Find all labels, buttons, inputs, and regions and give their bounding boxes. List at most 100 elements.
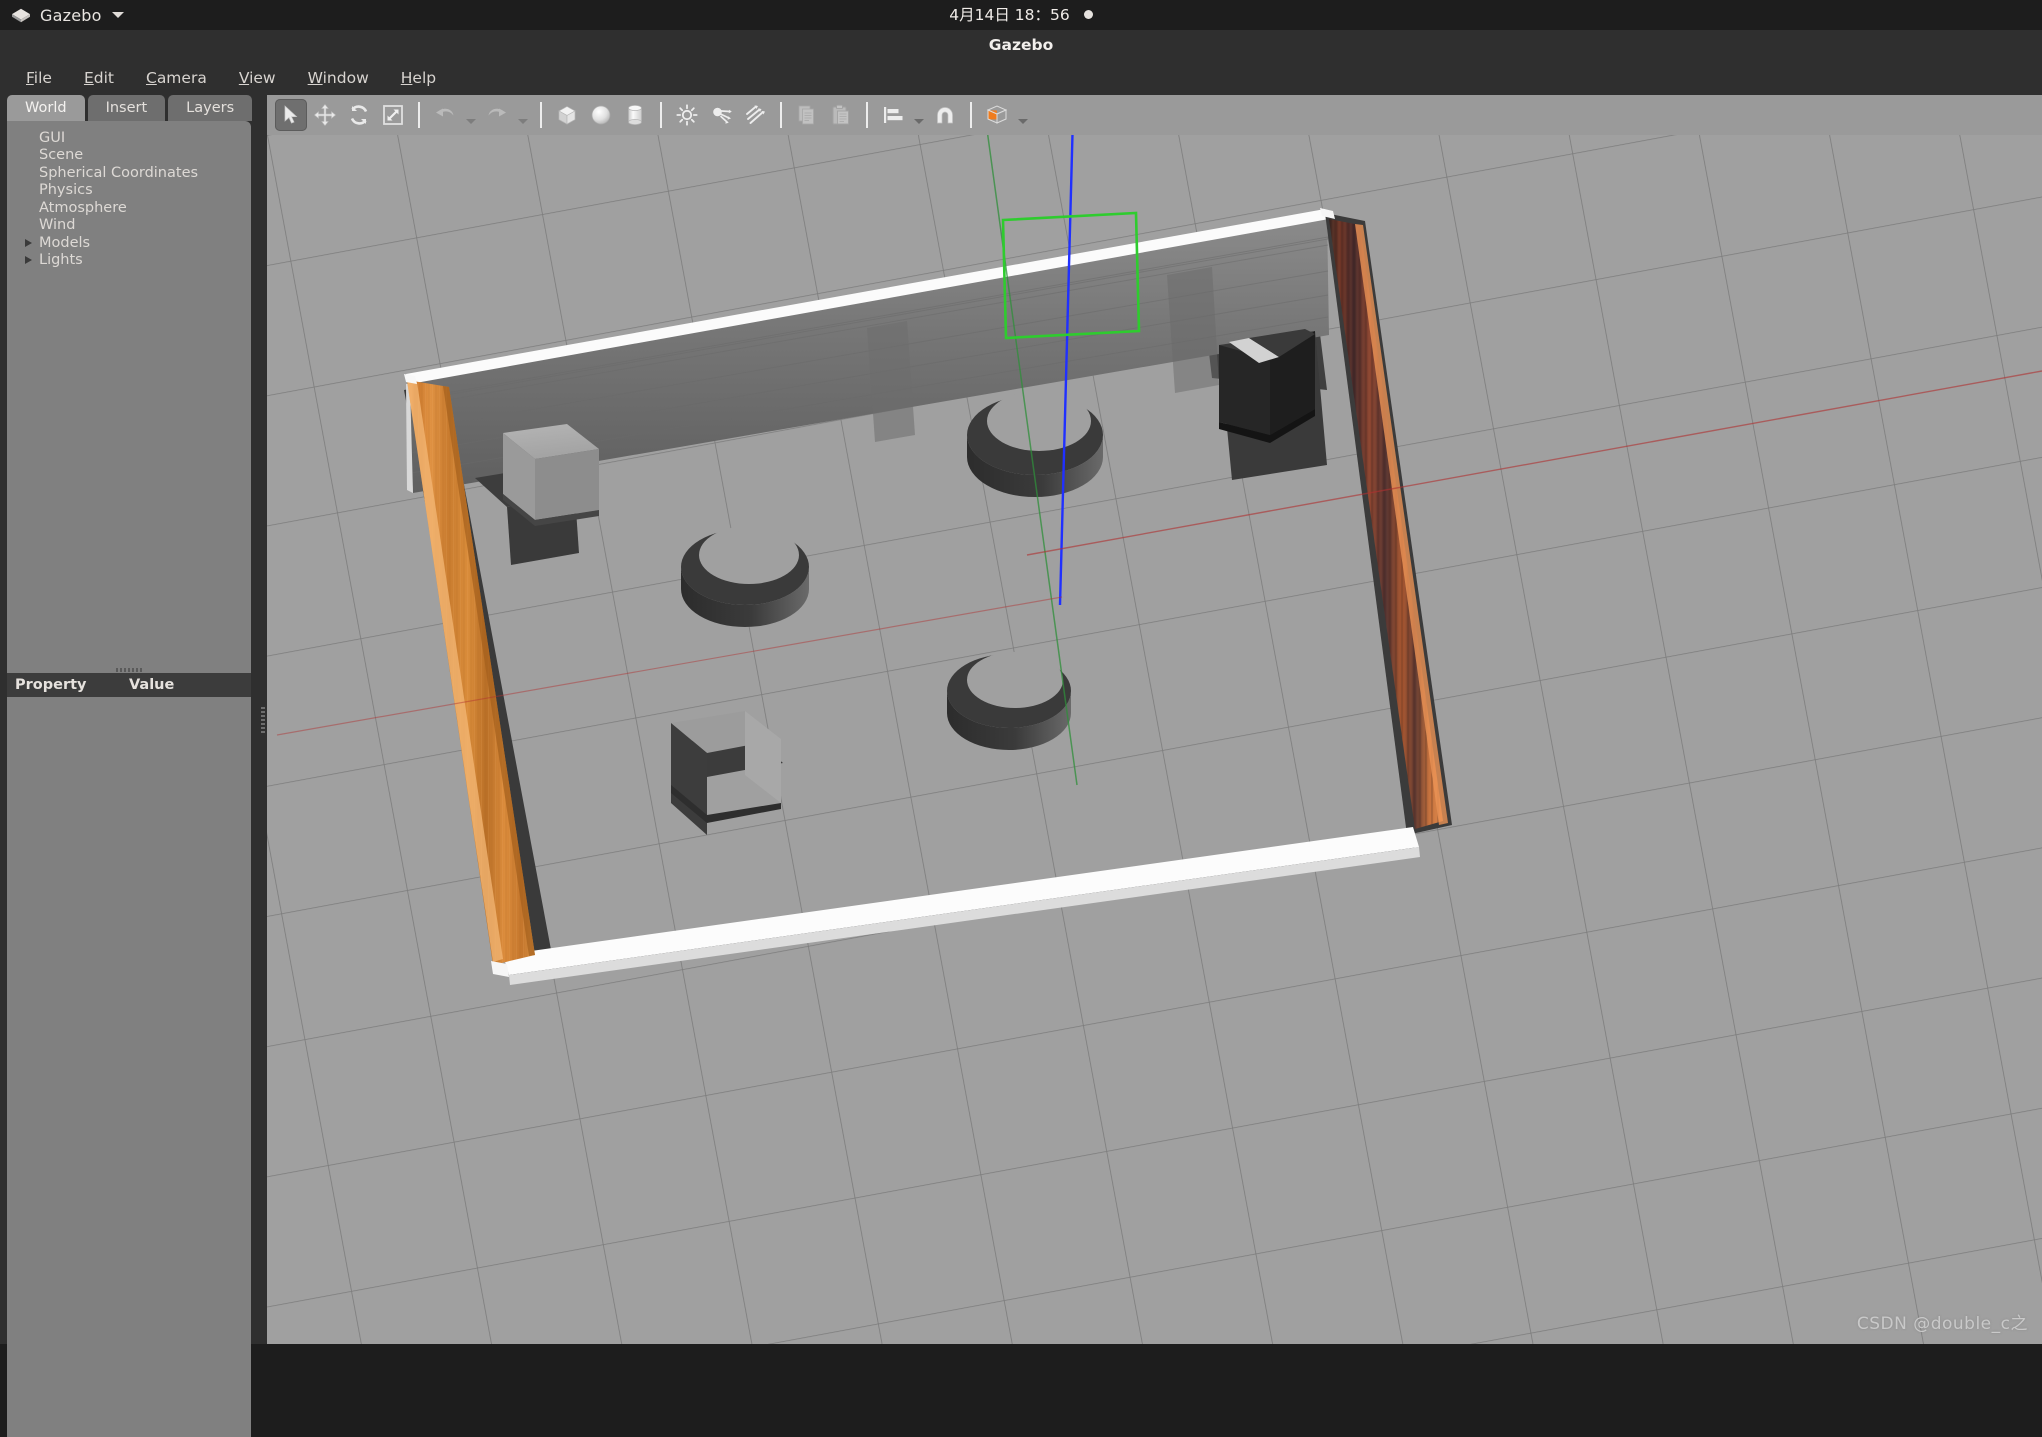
dock-vertical-splitter[interactable]: [258, 95, 267, 1344]
tree-spacer-icon: [23, 202, 35, 214]
chevron-right-icon[interactable]: [23, 237, 35, 249]
move-arrows-icon: [314, 104, 336, 126]
tree-spacer-icon: [23, 184, 35, 196]
insert-sphere-button[interactable]: [585, 99, 617, 131]
snap-button[interactable]: [929, 99, 961, 131]
tree-spacer-icon: [23, 132, 35, 144]
tab-world[interactable]: World: [7, 95, 85, 121]
box-3[interactable]: [1219, 329, 1327, 480]
view-angle-dropdown-button[interactable]: [1015, 100, 1031, 130]
window-titlebar: Gazebo: [0, 30, 2042, 60]
menu-file[interactable]: File: [10, 65, 68, 91]
tree-item-lights[interactable]: Lights: [7, 252, 251, 270]
directional-light-icon: [746, 105, 765, 124]
toolbar-separator: [866, 102, 868, 128]
point-light-button[interactable]: [671, 99, 703, 131]
paste-button[interactable]: [825, 99, 857, 131]
tree-spacer-icon: [23, 167, 35, 179]
tree-item-models[interactable]: Models: [7, 234, 251, 252]
system-clock[interactable]: 4月14日 18：56: [949, 6, 1069, 24]
tree-item-wind-label: Wind: [39, 217, 76, 234]
cylinder-2[interactable]: [681, 526, 809, 627]
menu-window[interactable]: Window: [292, 65, 385, 91]
chevron-right-icon[interactable]: [23, 254, 35, 266]
toolbar-separator: [540, 102, 542, 128]
column-header-value[interactable]: Value: [125, 677, 174, 693]
tree-item-atmosphere-label: Atmosphere: [39, 199, 127, 216]
redo-arrow-icon: [488, 108, 506, 117]
tab-layers[interactable]: Layers: [168, 95, 253, 121]
gazebo-3d-scene: [267, 135, 2042, 1344]
gazebo-logo-icon: [12, 8, 30, 23]
tree-item-physics-label: Physics: [39, 182, 93, 199]
undo-arrow-icon: [436, 108, 454, 117]
spot-light-button[interactable]: [705, 99, 737, 131]
align-button[interactable]: [877, 99, 909, 131]
record-dot-icon[interactable]: [1083, 10, 1093, 19]
point-light-icon: [676, 104, 698, 126]
tree-item-gui[interactable]: GUI: [7, 129, 251, 147]
tab-world-label: World: [25, 100, 67, 116]
menu-edit[interactable]: Edit: [68, 65, 130, 91]
align-dropdown-button[interactable]: [911, 100, 927, 130]
undo-button[interactable]: [429, 99, 461, 131]
rotate-arrows-icon: [350, 105, 368, 125]
menu-help[interactable]: Help: [385, 65, 452, 91]
panel-app-indicator[interactable]: Gazebo: [0, 6, 124, 25]
menu-camera[interactable]: Camera: [130, 65, 223, 91]
scale-mode-button[interactable]: [377, 99, 409, 131]
render-viewport-3d[interactable]: CSDN @double_c之: [267, 135, 2042, 1344]
box-shape-icon: [558, 106, 576, 125]
redo-history-button[interactable]: [515, 100, 531, 130]
toolbar-separator: [660, 102, 662, 128]
tree-item-lights-label: Lights: [39, 252, 83, 269]
toolbar-separator: [418, 102, 420, 128]
tree-spacer-icon: [23, 149, 35, 161]
tree-item-spherical-coordinates-label: Spherical Coordinates: [39, 164, 199, 181]
copy-pages-icon: [798, 105, 814, 125]
splitter-grip-icon: [116, 668, 142, 672]
undo-history-button[interactable]: [463, 100, 479, 130]
tree-item-models-label: Models: [39, 234, 91, 251]
dock-tabstrip: World Insert Layers: [7, 95, 253, 121]
tree-item-wind[interactable]: Wind: [7, 217, 251, 235]
tree-item-scene[interactable]: Scene: [7, 147, 251, 165]
spot-light-icon: [713, 107, 732, 124]
sphere-shape-icon: [591, 105, 611, 125]
redo-button[interactable]: [481, 99, 513, 131]
chevron-down-icon: [466, 119, 476, 124]
tab-insert[interactable]: Insert: [87, 95, 166, 121]
world-tree: GUI Scene Spherical Coordinates Physics …: [7, 121, 251, 665]
cylinder-3[interactable]: [947, 652, 1071, 750]
column-header-property[interactable]: Property: [7, 677, 125, 693]
tab-insert-label: Insert: [105, 100, 148, 116]
rotate-mode-button[interactable]: [343, 99, 375, 131]
clipboard-paste-icon: [832, 104, 849, 125]
view-angle-button[interactable]: [981, 99, 1013, 131]
chevron-down-icon: [1018, 119, 1028, 124]
panel-app-name: Gazebo: [40, 5, 102, 25]
chevron-down-icon: [518, 119, 528, 124]
menubar: File Edit Camera View Window Help: [0, 60, 2042, 95]
toolbar-separator: [970, 102, 972, 128]
tree-spacer-icon: [23, 219, 35, 231]
tree-item-gui-label: GUI: [39, 129, 66, 146]
scale-resize-icon: [383, 105, 403, 125]
chevron-down-icon[interactable]: [111, 12, 124, 18]
menu-view[interactable]: View: [223, 65, 292, 91]
translate-mode-button[interactable]: [309, 99, 341, 131]
tree-item-physics[interactable]: Physics: [7, 182, 251, 200]
tab-layers-label: Layers: [186, 100, 235, 116]
tree-item-atmosphere[interactable]: Atmosphere: [7, 199, 251, 217]
left-dock-panel: World Insert Layers GUI Scene Spherical …: [0, 95, 258, 1437]
view-angle-cube-icon: [986, 105, 1008, 124]
arrow-cursor-icon: [284, 105, 298, 124]
tree-item-spherical-coordinates[interactable]: Spherical Coordinates: [7, 164, 251, 182]
copy-button[interactable]: [791, 99, 823, 131]
insert-box-button[interactable]: [551, 99, 583, 131]
cylinder-shape-icon: [628, 105, 642, 125]
select-mode-button[interactable]: [275, 99, 307, 131]
directional-light-button[interactable]: [739, 99, 771, 131]
insert-cylinder-button[interactable]: [619, 99, 651, 131]
main-toolbar: [267, 95, 2042, 135]
